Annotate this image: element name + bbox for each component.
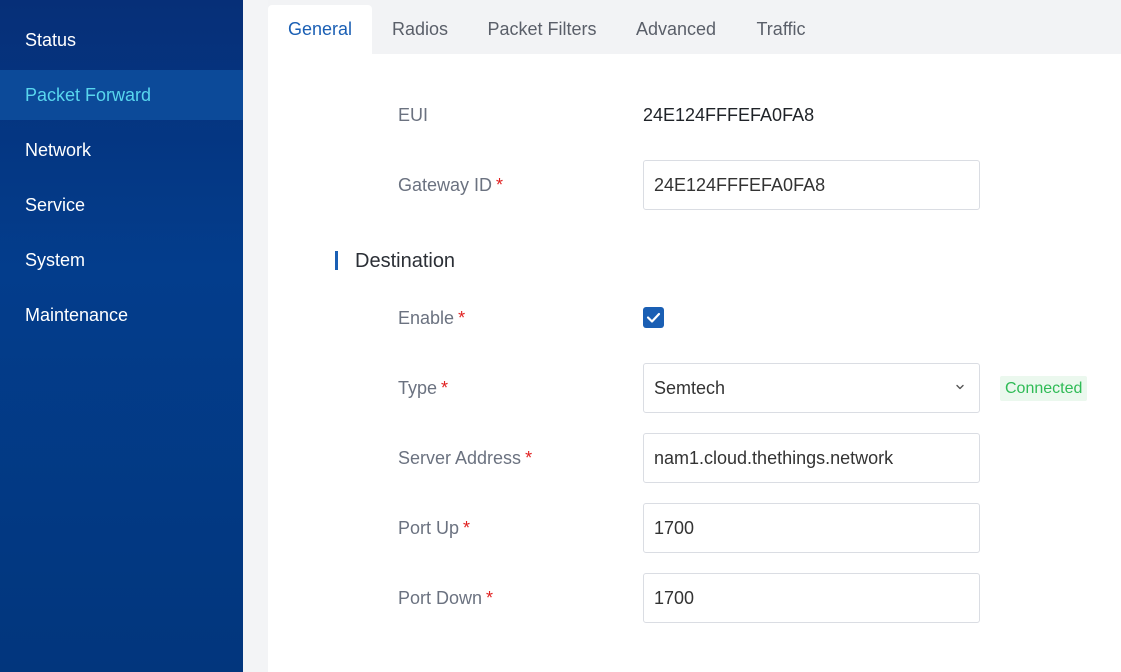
chevron-down-icon [956, 384, 964, 390]
gateway-id-label: Gateway ID * [398, 160, 503, 210]
sidebar-item-maintenance[interactable]: Maintenance [0, 290, 243, 340]
required-marker: * [441, 378, 449, 398]
sidebar-item-system[interactable]: System [0, 235, 243, 285]
check-icon [646, 312, 661, 323]
gateway-id-input[interactable] [643, 160, 980, 210]
connection-status-badge: Connected [1000, 376, 1088, 401]
tab-bar: General Radios Packet Filters Advanced T… [268, 0, 1121, 54]
enable-label: Enable * [398, 293, 465, 343]
required-marker: * [525, 448, 533, 468]
required-marker: * [496, 175, 504, 195]
server-address-label-text: Server Address [398, 448, 522, 468]
port-up-input[interactable] [643, 503, 980, 553]
enable-checkbox[interactable] [643, 307, 664, 328]
port-down-input[interactable] [643, 573, 980, 623]
port-down-label: Port Down * [398, 573, 493, 623]
type-select[interactable]: Semtech [643, 363, 980, 413]
type-select-value: Semtech [654, 378, 726, 398]
required-marker: * [486, 588, 494, 608]
eui-value: 24E124FFFEFA0FA8 [643, 105, 815, 125]
required-marker: * [463, 518, 471, 538]
server-address-label: Server Address * [398, 433, 532, 483]
destination-section-title: Destination [355, 250, 456, 272]
tab-radios[interactable]: Radios [380, 5, 460, 54]
type-label-text: Type [398, 378, 438, 398]
enable-label-text: Enable [398, 308, 455, 328]
server-address-input[interactable] [643, 433, 980, 483]
sidebar-item-service[interactable]: Service [0, 180, 243, 230]
tab-general[interactable]: General [268, 5, 372, 54]
sidebar-item-status[interactable]: Status [0, 15, 243, 65]
tab-traffic[interactable]: Traffic [746, 5, 816, 54]
gateway-id-label-text: Gateway ID [398, 175, 493, 195]
tab-advanced[interactable]: Advanced [626, 5, 726, 54]
port-down-label-text: Port Down [398, 588, 483, 608]
required-marker: * [458, 308, 466, 328]
sidebar-item-network[interactable]: Network [0, 125, 243, 175]
main-content: General Radios Packet Filters Advanced T… [268, 0, 1121, 672]
sidebar-item-packet-forward[interactable]: Packet Forward [0, 70, 243, 120]
port-up-label-text: Port Up [398, 518, 460, 538]
port-up-label: Port Up * [398, 503, 470, 553]
eui-label: EUI [398, 105, 429, 125]
sidebar: Status Packet Forward Network Service Sy… [0, 0, 243, 672]
tab-packet-filters[interactable]: Packet Filters [476, 5, 608, 54]
section-accent-bar [335, 251, 338, 270]
type-label: Type * [398, 363, 448, 413]
